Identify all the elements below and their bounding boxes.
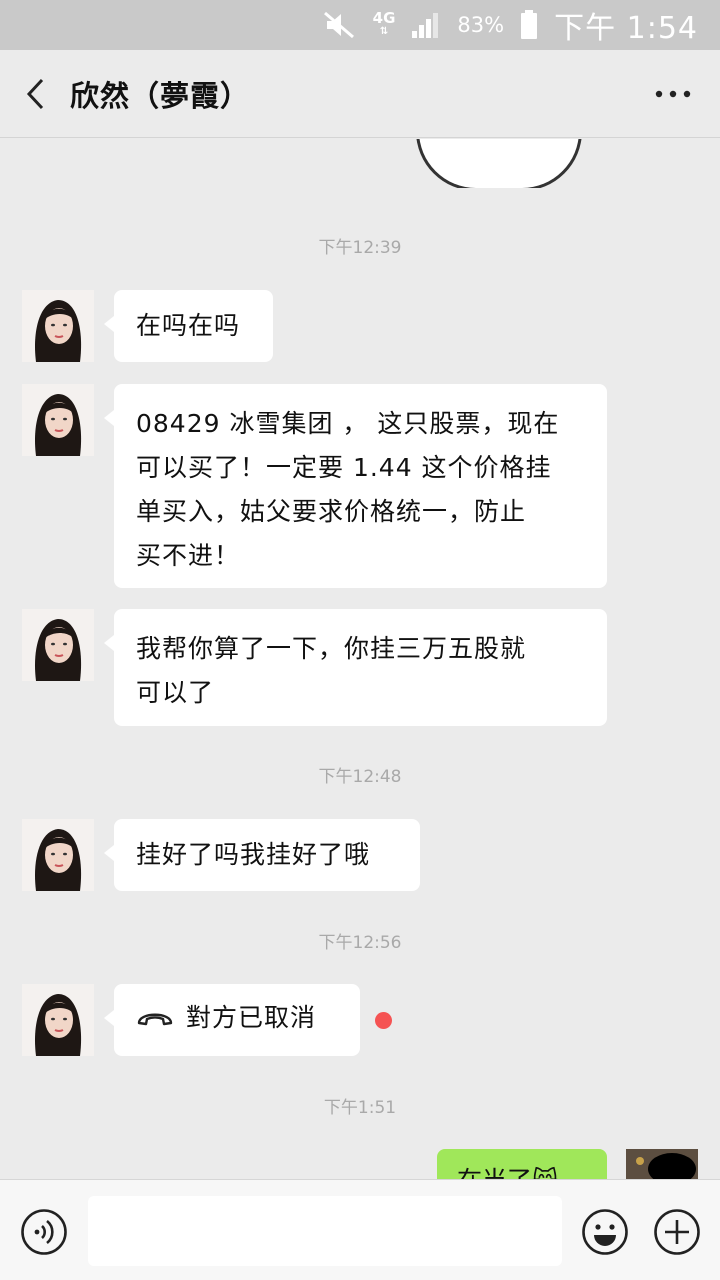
battery-percent: 83% bbox=[457, 13, 505, 37]
voice-call-message[interactable]: 對方已取消 bbox=[104, 984, 360, 1056]
message-bubble[interactable]: 我帮你算了一下，你挂三万五股就 可以了 bbox=[104, 609, 607, 726]
battery-icon bbox=[520, 10, 538, 40]
avatar-portrait-icon bbox=[22, 984, 94, 1056]
contact-avatar[interactable] bbox=[22, 819, 94, 891]
message-text: 在吗在吗 bbox=[136, 311, 241, 340]
status-bar: 4G ⇅ 83% 下午 1:54 bbox=[0, 0, 720, 50]
message-line: 我帮你算了一下，你挂三万五股就 bbox=[136, 634, 527, 663]
outgoing-message-bubble[interactable]: 在当了😸 bbox=[437, 1149, 607, 1179]
emoji-button[interactable] bbox=[581, 1208, 629, 1256]
plus-icon bbox=[654, 1209, 700, 1255]
call-status-text: 對方已取消 bbox=[186, 1003, 317, 1032]
message-line: 08429 冰雪集团 ， 这只股票，现在 bbox=[136, 409, 560, 438]
input-bar bbox=[0, 1179, 720, 1280]
message-bubble[interactable]: 在吗在吗 bbox=[104, 290, 273, 362]
contact-avatar[interactable] bbox=[22, 609, 94, 681]
avatar-portrait-icon bbox=[22, 819, 94, 891]
message-timestamp: 下午12:48 bbox=[318, 767, 402, 787]
avatar-portrait-icon bbox=[22, 384, 94, 456]
sticker-image[interactable] bbox=[416, 139, 582, 191]
message-line: 可以了 bbox=[136, 678, 215, 707]
contact-avatar[interactable] bbox=[22, 290, 94, 362]
network-indicator: 4G ⇅ bbox=[373, 11, 396, 39]
message-bubble[interactable]: 08429 冰雪集团 ， 这只股票，现在 可以买了！一定要 1.44 这个价格挂… bbox=[104, 384, 607, 588]
chat-header: 欣然（夢霞） bbox=[0, 50, 720, 138]
clock: 下午 1:54 bbox=[554, 11, 698, 46]
avatar-photo-icon bbox=[626, 1149, 698, 1179]
message-timestamp: 下午12:39 bbox=[318, 238, 402, 258]
contact-avatar[interactable] bbox=[22, 384, 94, 456]
back-button[interactable] bbox=[0, 50, 70, 138]
message-bubble[interactable]: 挂好了吗我挂好了哦 bbox=[104, 819, 420, 891]
avatar-portrait-icon bbox=[22, 290, 94, 362]
mute-icon bbox=[323, 10, 357, 40]
message-text: 在当了😸 bbox=[457, 1166, 558, 1179]
data-arrows-icon: ⇅ bbox=[379, 26, 389, 37]
signal-icon bbox=[411, 11, 441, 39]
phone-hangup-icon bbox=[137, 1013, 173, 1026]
chat-title: 欣然（夢霞） bbox=[70, 78, 251, 113]
my-avatar[interactable] bbox=[626, 1149, 698, 1179]
message-line: 可以买了！一定要 1.44 这个价格挂 bbox=[136, 453, 552, 482]
more-icon bbox=[655, 90, 691, 98]
back-arrow-icon bbox=[26, 78, 44, 109]
more-options-button[interactable] bbox=[648, 76, 698, 112]
message-timestamp: 下午12:56 bbox=[318, 933, 402, 953]
message-timestamp: 下午1:51 bbox=[323, 1098, 397, 1118]
message-text: 挂好了吗我挂好了哦 bbox=[136, 840, 371, 869]
avatar-portrait-icon bbox=[22, 609, 94, 681]
voice-icon bbox=[21, 1209, 67, 1255]
voice-input-button[interactable] bbox=[20, 1208, 68, 1256]
message-line: 单买入，姑父要求价格统一，防止 bbox=[136, 497, 527, 526]
message-line: 买不进！ bbox=[136, 541, 241, 570]
message-input[interactable] bbox=[88, 1196, 562, 1266]
more-functions-button[interactable] bbox=[653, 1208, 701, 1256]
contact-avatar[interactable] bbox=[22, 984, 94, 1056]
message-list[interactable]: 下午12:39 在吗在吗 08429 冰雪集团 ， 这只股票，现在 可以买了！一… bbox=[0, 139, 720, 1179]
unread-dot bbox=[375, 1012, 392, 1029]
emoji-icon bbox=[582, 1209, 628, 1255]
